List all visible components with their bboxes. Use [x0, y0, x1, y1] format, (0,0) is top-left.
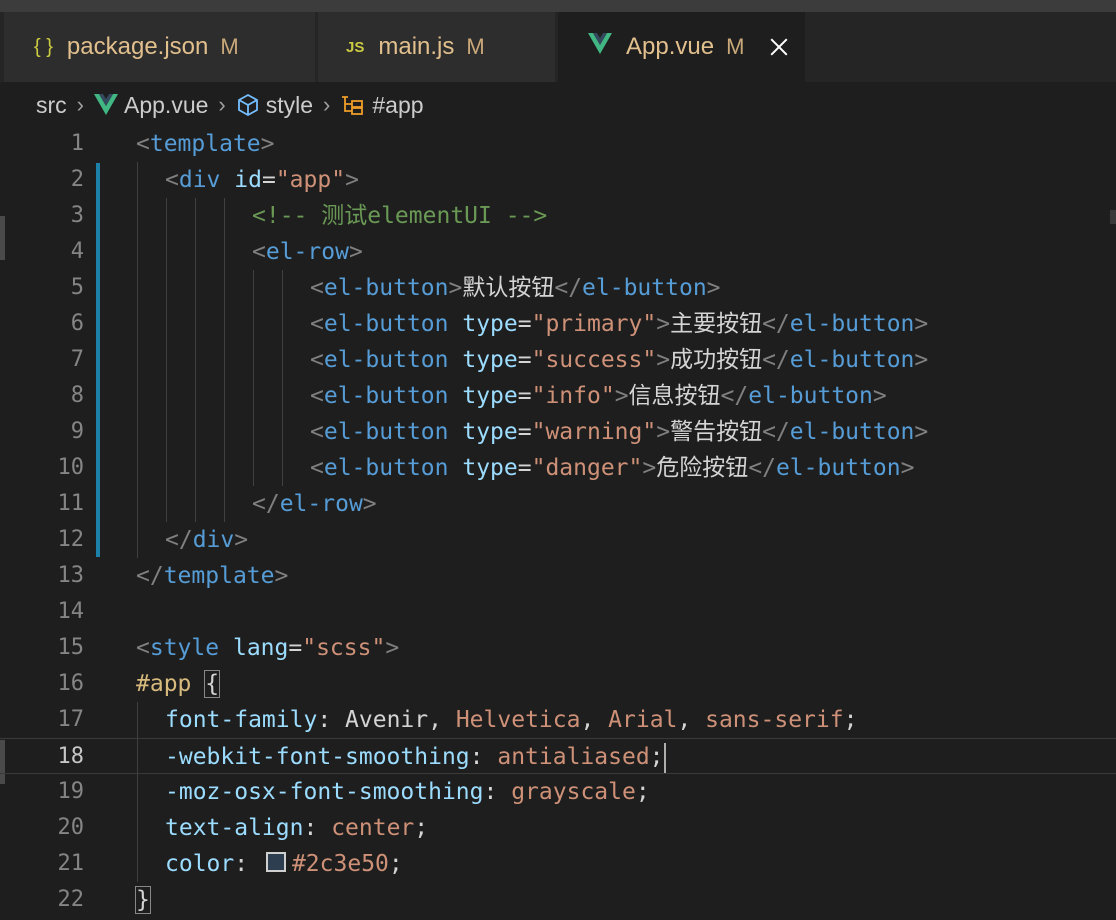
code-text: </div> — [165, 527, 249, 553]
line-number: 8 — [70, 383, 84, 408]
code-line: 5 <el-button>默认按钮</el-button> — [0, 270, 1116, 306]
code-editor[interactable]: 1 <template> 2 <div id="app"> 3 <!-- 测试e… — [0, 126, 1116, 920]
code-line: 12 </div> — [0, 522, 1116, 558]
line-number: 13 — [57, 563, 85, 588]
code-text: <style lang="scss"> — [136, 635, 400, 661]
line-number: 19 — [57, 779, 85, 804]
javascript-icon: JS — [346, 38, 365, 56]
code-text: -webkit-font-smoothing: antialiased; — [165, 739, 666, 775]
code-line: 16 #app { — [0, 666, 1116, 702]
code-line: 20 text-align: center; — [0, 810, 1116, 846]
code-line: 11 </el-row> — [0, 486, 1116, 522]
tab-label: main.js — [378, 33, 455, 60]
line-number: 20 — [57, 815, 85, 840]
code-text: <el-button type="primary">主要按钮</el-butto… — [310, 311, 929, 337]
code-line: 19 -moz-osx-font-smoothing: grayscale; — [0, 774, 1116, 810]
code-text: <el-row> — [252, 239, 363, 265]
code-text: <el-button type="info">信息按钮</el-button> — [310, 383, 887, 409]
window-top-strip — [0, 0, 1116, 12]
code-line: 13 </template> — [0, 558, 1116, 594]
code-line: 2 <div id="app"> — [0, 162, 1116, 198]
tab-label: package.json — [66, 33, 209, 60]
code-text: text-align: center; — [165, 815, 429, 841]
line-number: 10 — [57, 455, 85, 480]
line-number: 9 — [70, 419, 84, 444]
tab-app-vue[interactable]: App.vue M — [558, 12, 806, 82]
line-number: 11 — [57, 491, 85, 516]
modified-indicator: M — [466, 34, 485, 59]
tab-label: App.vue — [626, 33, 715, 60]
code-text: font-family: Avenir, Helvetica, Arial, s… — [165, 707, 858, 733]
editor-tab-bar: { } package.json M JS main.js M App.vue … — [0, 12, 1116, 82]
code-line: 7 <el-button type="success">成功按钮</el-but… — [0, 342, 1116, 378]
line-number: 4 — [70, 239, 84, 264]
breadcrumb-file[interactable]: App.vue — [124, 92, 208, 119]
breadcrumb-selector[interactable]: #app — [372, 92, 423, 119]
code-text: <el-button type="success">成功按钮</el-butto… — [310, 347, 929, 373]
code-line: 10 <el-button type="danger">危险按钮</el-but… — [0, 450, 1116, 486]
line-number: 22 — [57, 887, 85, 912]
modified-indicator: M — [220, 34, 239, 59]
vue-icon — [94, 94, 118, 116]
close-icon[interactable] — [768, 36, 790, 58]
color-swatch[interactable] — [265, 852, 286, 872]
chevron-right-icon: › — [76, 92, 84, 117]
text-cursor — [663, 742, 666, 773]
chevron-right-icon: › — [218, 92, 226, 117]
code-text: -moz-osx-font-smoothing: grayscale; — [165, 779, 650, 805]
line-number: 15 — [57, 635, 85, 660]
code-text: <el-button type="danger">危险按钮</el-button… — [310, 455, 915, 481]
code-text: <el-button>默认按钮</el-button> — [310, 275, 721, 301]
line-number: 6 — [70, 311, 84, 336]
line-number: 14 — [57, 599, 85, 624]
breadcrumb: src › App.vue › style › #app — [0, 82, 1116, 128]
code-line: 1 <template> — [0, 126, 1116, 162]
code-text: </el-row> — [252, 491, 377, 517]
code-text: #app { — [136, 670, 221, 698]
line-number: 18 — [57, 744, 85, 769]
tab-package-json[interactable]: { } package.json M — [4, 12, 316, 82]
modified-indicator: M — [726, 34, 745, 59]
line-number: 7 — [70, 347, 84, 372]
line-number: 16 — [57, 671, 85, 696]
code-text: <el-button type="warning">警告按钮</el-butto… — [310, 419, 929, 445]
code-line: 15 <style lang="scss"> — [0, 630, 1116, 666]
json-braces-icon: { } — [34, 35, 53, 58]
code-line: 3 <!-- 测试elementUI --> — [0, 198, 1116, 234]
selector-icon — [340, 93, 366, 117]
code-text: color: #2c3e50; — [165, 851, 403, 877]
code-line: 8 <el-button type="info">信息按钮</el-button… — [0, 378, 1116, 414]
cube-icon — [236, 93, 260, 117]
breadcrumb-section[interactable]: style — [266, 92, 313, 119]
line-number: 12 — [57, 527, 85, 552]
code-text: } — [135, 886, 151, 914]
chevron-right-icon: › — [323, 92, 331, 117]
code-line: 22 } — [0, 882, 1116, 918]
code-line: 6 <el-button type="primary">主要按钮</el-but… — [0, 306, 1116, 342]
line-number: 5 — [70, 275, 84, 300]
line-number: 1 — [70, 131, 84, 156]
code-text: </template> — [136, 563, 289, 589]
code-line: 9 <el-button type="warning">警告按钮</el-but… — [0, 414, 1116, 450]
code-line: 21 color: #2c3e50; — [0, 846, 1116, 882]
tab-main-js[interactable]: JS main.js M — [318, 12, 556, 82]
line-number: 21 — [57, 851, 85, 876]
breadcrumb-folder[interactable]: src — [36, 92, 67, 119]
code-text: <div id="app"> — [165, 167, 359, 193]
line-number: 3 — [70, 203, 84, 228]
code-line: 4 <el-row> — [0, 234, 1116, 270]
code-comment: <!-- 测试elementUI --> — [252, 203, 548, 229]
code-line: 14 — [0, 594, 1116, 630]
code-text: <template> — [136, 131, 275, 157]
current-code-line: 18 -webkit-font-smoothing: antialiased; — [0, 738, 1116, 774]
line-number: 2 — [70, 167, 84, 192]
line-number: 17 — [57, 707, 85, 732]
vue-icon — [588, 33, 612, 61]
code-line: 17 font-family: Avenir, Helvetica, Arial… — [0, 702, 1116, 738]
